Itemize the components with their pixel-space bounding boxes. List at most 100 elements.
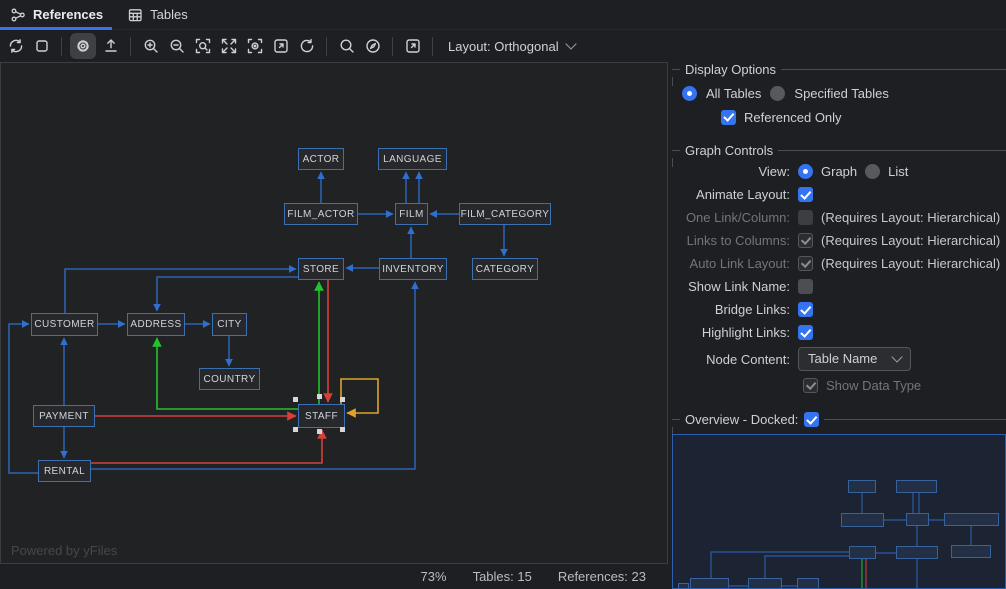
- zoom-level: 73%: [421, 569, 447, 584]
- one-link-column-checkbox: [798, 210, 813, 225]
- minimap-node: [944, 513, 999, 526]
- view-graph-radio[interactable]: [798, 164, 813, 179]
- open-in-new-window-icon: [272, 37, 290, 55]
- focus-selection-button[interactable]: [243, 35, 266, 58]
- refresh-icon: [7, 37, 25, 55]
- display-options-title: Display Options: [680, 62, 781, 77]
- edge-staff-staff[interactable]: [341, 379, 378, 413]
- bridge-links-checkbox[interactable]: [798, 302, 813, 317]
- chevron-down-icon: [892, 351, 903, 362]
- open-in-editor-button[interactable]: [401, 35, 424, 58]
- minimap-node: [797, 578, 819, 589]
- view-graph-label: Graph: [821, 164, 857, 179]
- display-options-group: Display Options All Tables Specified Tab…: [672, 62, 1006, 137]
- node-city[interactable]: CITY: [212, 313, 247, 336]
- tab-tables-label: Tables: [150, 7, 188, 22]
- fit-content-icon: [194, 37, 212, 55]
- zoom-out-icon: [168, 37, 186, 55]
- app-window: References Tables: [0, 0, 1006, 589]
- selection-handle[interactable]: [293, 427, 298, 432]
- node-film[interactable]: FILM: [395, 203, 428, 225]
- toolbar-separator: [432, 37, 433, 56]
- highlight-links-checkbox[interactable]: [798, 325, 813, 340]
- node-customer[interactable]: CUSTOMER: [31, 313, 98, 336]
- graph-controls-title: Graph Controls: [680, 143, 778, 158]
- selection-handle[interactable]: [293, 397, 298, 402]
- open-in-new-window-button[interactable]: [269, 35, 292, 58]
- tab-bar: References Tables: [0, 0, 1006, 30]
- referenced-only-label: Referenced Only: [744, 110, 842, 125]
- zoom-in-icon: [142, 37, 160, 55]
- show-link-name-checkbox[interactable]: [798, 279, 813, 294]
- node-category[interactable]: CATEGORY: [472, 258, 538, 280]
- stop-icon: [33, 37, 51, 55]
- links-to-columns-checkbox: [798, 233, 813, 248]
- settings-button[interactable]: [70, 33, 96, 59]
- specified-tables-label: Specified Tables: [794, 86, 888, 101]
- export-icon: [102, 37, 120, 55]
- view-list-radio[interactable]: [865, 164, 880, 179]
- node-inventory[interactable]: INVENTORY: [379, 258, 447, 280]
- show-link-name-label: Show Link Name:: [678, 279, 790, 294]
- fit-content-button[interactable]: [191, 35, 214, 58]
- selection-handle[interactable]: [340, 397, 345, 402]
- node-country[interactable]: COUNTRY: [199, 368, 260, 390]
- edge-customer-store[interactable]: [65, 269, 296, 313]
- node-store[interactable]: STORE: [298, 258, 344, 280]
- edge-rental-staff[interactable]: [91, 430, 322, 463]
- export-button[interactable]: [99, 35, 122, 58]
- minimap-node: [690, 578, 729, 589]
- minimap-edge: [765, 556, 849, 578]
- minimap-edges-layer: [673, 435, 1005, 588]
- status-bar: 73% Tables: 15 References: 23: [0, 564, 668, 589]
- edge-store-address[interactable]: [157, 277, 298, 311]
- auto-link-layout-checkbox: [798, 256, 813, 271]
- minimap-node: [841, 513, 884, 527]
- minimap-node: [896, 546, 938, 559]
- selection-handle[interactable]: [317, 394, 322, 399]
- links-to-columns-label: Links to Columns:: [678, 233, 790, 248]
- selection-handle[interactable]: [340, 427, 345, 432]
- references-icon: [10, 7, 26, 23]
- graph-toolbar: Layout: Orthogonal: [0, 30, 1006, 62]
- bridge-links-label: Bridge Links:: [678, 302, 790, 317]
- relayout-button[interactable]: [295, 35, 318, 58]
- zoom-out-button[interactable]: [165, 35, 188, 58]
- layout-dropdown[interactable]: Layout: Orthogonal: [448, 39, 575, 54]
- node-language[interactable]: LANGUAGE: [378, 148, 447, 170]
- node-payment[interactable]: PAYMENT: [33, 405, 95, 427]
- node-film_category[interactable]: FILM_CATEGORY: [459, 203, 551, 225]
- node-film_actor[interactable]: FILM_ACTOR: [284, 203, 358, 225]
- edge-rental-customer[interactable]: [9, 324, 38, 473]
- stop-button[interactable]: [30, 35, 53, 58]
- specified-tables-radio[interactable]: [770, 86, 785, 101]
- all-tables-label: All Tables: [706, 86, 761, 101]
- refresh-button[interactable]: [4, 35, 27, 58]
- show-data-type-checkbox: [803, 378, 818, 393]
- graph-controls-group: Graph Controls View: Graph List Animate …: [672, 143, 1006, 405]
- node-rental[interactable]: RENTAL: [38, 460, 91, 482]
- selection-handle[interactable]: [317, 429, 322, 434]
- animate-layout-label: Animate Layout:: [678, 187, 790, 202]
- node-staff[interactable]: STAFF: [298, 404, 345, 428]
- expand-all-button[interactable]: [217, 35, 240, 58]
- tab-references[interactable]: References: [10, 0, 103, 30]
- graph-canvas[interactable]: ACTOR LANGUAGE FILM_ACTOR FILM FILM_CATEGORY…: [0, 62, 668, 564]
- node-address[interactable]: ADDRESS: [127, 313, 185, 336]
- minimap-node: [748, 578, 782, 589]
- minimap-node: [678, 583, 689, 589]
- node-actor[interactable]: ACTOR: [298, 148, 344, 170]
- all-tables-radio[interactable]: [682, 86, 697, 101]
- node-content-dropdown[interactable]: Table Name: [798, 347, 911, 371]
- view-list-label: List: [888, 164, 908, 179]
- zoom-in-button[interactable]: [139, 35, 162, 58]
- overview-docked-checkbox[interactable]: [804, 412, 819, 427]
- animate-layout-checkbox[interactable]: [798, 187, 813, 202]
- show-data-type-label: Show Data Type: [826, 378, 921, 393]
- overview-minimap[interactable]: [672, 434, 1006, 589]
- navigator-button[interactable]: [361, 35, 384, 58]
- search-button[interactable]: [335, 35, 358, 58]
- tab-tables[interactable]: Tables: [127, 0, 188, 30]
- one-link-column-label: One Link/Column:: [678, 210, 790, 225]
- referenced-only-checkbox[interactable]: [721, 110, 736, 125]
